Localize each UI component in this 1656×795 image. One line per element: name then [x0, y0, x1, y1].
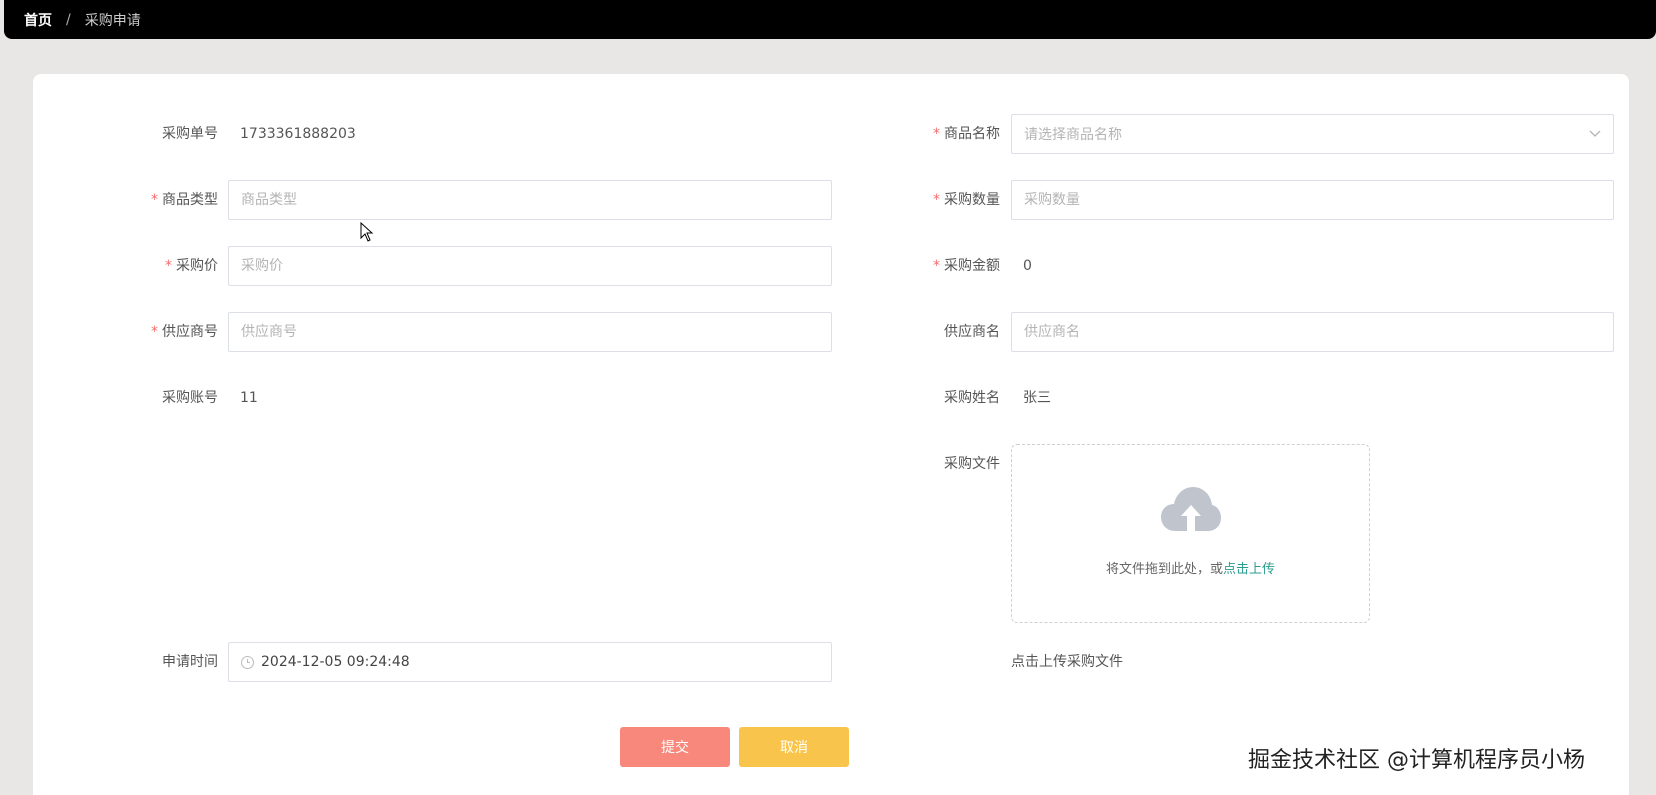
quantity-input[interactable] [1011, 180, 1614, 220]
breadcrumb-bar: 首页 / 采购申请 [4, 0, 1656, 39]
apply-time-value: 2024-12-05 09:24:48 [261, 654, 410, 670]
quantity-label: * 采购数量 [933, 192, 1000, 208]
order-no-value: 1733361888203 [240, 126, 356, 142]
breadcrumb-separator: / [66, 11, 71, 28]
file-upload-dropzone[interactable]: 将文件拖到此处，或点击上传 [1011, 444, 1370, 623]
click-upload-link[interactable]: 点击上传 [1223, 562, 1275, 577]
product-type-label: * 商品类型 [151, 192, 218, 208]
buyer-name-value: 张三 [1023, 390, 1051, 406]
product-name-select[interactable]: 请选择商品名称 [1011, 114, 1614, 154]
product-name-label: * 商品名称 [933, 126, 1000, 142]
supplier-name-label: 供应商名 [944, 324, 1000, 340]
apply-time-picker[interactable]: 2024-12-05 09:24:48 [228, 642, 832, 682]
supplier-no-label: * 供应商号 [151, 324, 218, 340]
upload-tip: 点击上传采购文件 [1011, 654, 1123, 670]
watermark: 掘金技术社区 @计算机程序员小杨 [1248, 748, 1585, 773]
amount-label: * 采购金额 [933, 258, 1000, 274]
order-no-label: 采购单号 [162, 126, 218, 142]
upload-instruction: 将文件拖到此处，或点击上传 [1105, 562, 1276, 577]
product-name-placeholder: 请选择商品名称 [1024, 127, 1122, 143]
apply-time-label: 申请时间 [162, 654, 218, 670]
cloud-upload-icon [1161, 487, 1221, 531]
account-label: 采购账号 [162, 390, 218, 406]
buyer-name-label: 采购姓名 [944, 390, 1000, 406]
chevron-down-icon[interactable] [1589, 127, 1601, 141]
price-label: * 采购价 [165, 258, 218, 274]
submit-button[interactable]: 提交 [620, 727, 730, 767]
supplier-name-input[interactable] [1011, 312, 1614, 352]
breadcrumb-current: 采购申请 [84, 12, 141, 29]
breadcrumb-home[interactable]: 首页 [24, 10, 52, 30]
clock-icon [241, 655, 254, 669]
product-type-input[interactable] [228, 180, 832, 220]
amount-value: 0 [1023, 258, 1032, 274]
mouse-cursor-icon [360, 222, 374, 242]
cancel-button[interactable]: 取消 [739, 727, 849, 767]
supplier-no-input[interactable] [228, 312, 832, 352]
price-input[interactable] [228, 246, 832, 286]
file-label: 采购文件 [944, 456, 1000, 472]
account-value: 11 [240, 390, 258, 406]
